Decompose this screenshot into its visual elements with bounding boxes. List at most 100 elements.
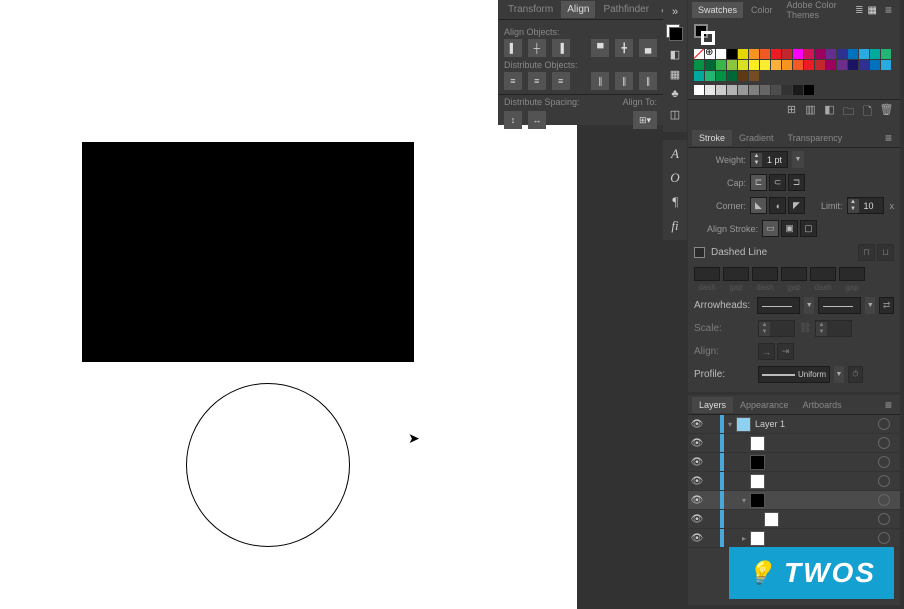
layer-row[interactable]: 👁▾ (688, 491, 900, 510)
align-bottom-icon[interactable]: ▄ (639, 39, 657, 57)
swatch-options-icon[interactable]: ◧ (822, 103, 837, 122)
swatch-gray[interactable] (771, 85, 781, 95)
swatch-gray[interactable] (716, 85, 726, 95)
swatch-gray[interactable] (782, 85, 792, 95)
swatch-registration[interactable] (705, 49, 715, 59)
swatch-color[interactable] (705, 71, 715, 81)
disclosure-open-icon[interactable]: ▾ (724, 420, 736, 429)
layer-row[interactable]: 👁 (688, 434, 900, 453)
tab-appearance[interactable]: Appearance (733, 397, 796, 413)
visibility-icon[interactable]: 👁 (688, 533, 706, 544)
collapse-right-icon[interactable]: » (667, 4, 683, 20)
swatch-color[interactable] (870, 60, 880, 70)
arrowhead-end-dd[interactable]: ▼ (865, 297, 875, 314)
arrowhead-end-select[interactable] (818, 297, 861, 314)
swatch-color[interactable] (815, 60, 825, 70)
arrowhead-start-select[interactable] (757, 297, 800, 314)
dist-top-icon[interactable]: ≡ (504, 72, 522, 90)
swatch-color[interactable] (859, 60, 869, 70)
target-icon[interactable] (878, 532, 890, 544)
tab-layers[interactable]: Layers (692, 397, 733, 413)
tab-pathfinder[interactable]: Pathfinder (597, 1, 655, 18)
swatch-new-icon[interactable]: 🗋 (860, 103, 875, 122)
target-icon[interactable] (878, 494, 890, 506)
corner-round-icon[interactable]: ◖ (769, 197, 786, 214)
link-scale-icon[interactable]: ⛓ (799, 323, 811, 334)
paragraph-panel-icon[interactable]: ¶ (672, 194, 679, 210)
character-panel-icon[interactable]: A (671, 146, 679, 162)
corner-miter-icon[interactable]: ◣ (750, 197, 767, 214)
swatch-color[interactable] (727, 71, 737, 81)
disclosure-open-icon[interactable]: ▾ (738, 496, 750, 505)
dashed-line-checkbox[interactable] (694, 247, 705, 258)
swatch-color[interactable] (804, 60, 814, 70)
tool-club-icon[interactable]: ♣ (667, 86, 683, 102)
visibility-icon[interactable]: 👁 (688, 457, 706, 468)
dist-spacing-v-icon[interactable]: ↕ (504, 111, 522, 129)
cap-round-icon[interactable]: ⊂ (769, 174, 786, 191)
target-icon[interactable] (878, 437, 890, 449)
dash-input[interactable] (839, 267, 865, 281)
artboard[interactable]: ➤ (0, 0, 575, 609)
swatch-color[interactable] (782, 60, 792, 70)
canvas-rectangle[interactable] (82, 142, 414, 362)
tool-layers-icon[interactable]: ◫ (667, 106, 683, 122)
dash-preserve-icon[interactable]: ⊓ (858, 244, 875, 261)
profile-dd[interactable]: ▼ (834, 366, 844, 383)
swatch-color[interactable] (859, 49, 869, 59)
swatch-color[interactable] (870, 49, 880, 59)
swatch-color[interactable] (749, 49, 759, 59)
cap-butt-icon[interactable]: ⊏ (750, 174, 767, 191)
layer-row[interactable]: 👁 (688, 453, 900, 472)
opentype-panel-icon[interactable]: O (670, 170, 679, 186)
swatch-color[interactable] (705, 60, 715, 70)
swatch-gray[interactable] (694, 85, 704, 95)
target-icon[interactable] (878, 513, 890, 525)
arrowhead-start-dd[interactable]: ▼ (804, 297, 814, 314)
swatch-color[interactable] (793, 49, 803, 59)
align-hcenter-icon[interactable]: ┼ (528, 39, 546, 57)
tab-stroke[interactable]: Stroke (692, 130, 732, 146)
swatch-lib-icon[interactable]: ⊞ (784, 103, 799, 122)
tab-swatches[interactable]: Swatches (692, 2, 743, 18)
swatch-color[interactable] (716, 60, 726, 70)
dist-spacing-h-icon[interactable]: ↔ (528, 111, 546, 129)
align-vcenter-icon[interactable]: ╋ (615, 39, 633, 57)
arrow-scale-end[interactable]: ▲▼ (815, 320, 852, 337)
swatch-color[interactable] (826, 49, 836, 59)
layer-row[interactable]: 👁▸ (688, 529, 900, 548)
swatch-color[interactable] (837, 60, 847, 70)
swatch-gray[interactable] (804, 85, 814, 95)
target-icon[interactable] (878, 475, 890, 487)
swatch-color[interactable] (782, 49, 792, 59)
swatch-color[interactable] (716, 49, 726, 59)
swatch-color[interactable] (848, 60, 858, 70)
arrow-align-end-icon[interactable]: ⇥ (777, 343, 794, 360)
layer-row[interactable]: 👁 (688, 472, 900, 491)
swatch-color[interactable] (738, 71, 748, 81)
tab-transform[interactable]: Transform (502, 1, 559, 18)
swatch-gray[interactable] (705, 85, 715, 95)
dash-input[interactable] (781, 267, 807, 281)
tab-align[interactable]: Align (561, 1, 595, 18)
swatch-color[interactable] (694, 60, 704, 70)
swatch-kind-icon[interactable]: ▥ (803, 103, 818, 122)
tab-adobe-color[interactable]: Adobe Color Themes (781, 0, 854, 23)
swatches-menu-icon[interactable]: ≡ (881, 3, 896, 17)
swatch-color[interactable] (804, 49, 814, 59)
dash-input[interactable] (752, 267, 778, 281)
swatch-delete-icon[interactable]: 🗑 (879, 103, 894, 122)
dist-vcenter-icon[interactable]: ≡ (528, 72, 546, 90)
weight-input[interactable]: ▲▼ 1 pt (750, 151, 788, 168)
cap-projecting-icon[interactable]: ⊐ (788, 174, 805, 191)
swatch-color[interactable] (771, 49, 781, 59)
swatch-color[interactable] (694, 71, 704, 81)
swatch-color[interactable] (826, 60, 836, 70)
swatch-gray[interactable] (727, 85, 737, 95)
canvas-ellipse[interactable] (186, 383, 350, 547)
layer-row[interactable]: 👁 (688, 510, 900, 529)
visibility-icon[interactable]: 👁 (688, 419, 706, 430)
disclosure-closed-icon[interactable]: ▸ (738, 534, 750, 543)
tab-color[interactable]: Color (745, 2, 779, 18)
align-stroke-center-icon[interactable]: ▭ (762, 220, 779, 237)
